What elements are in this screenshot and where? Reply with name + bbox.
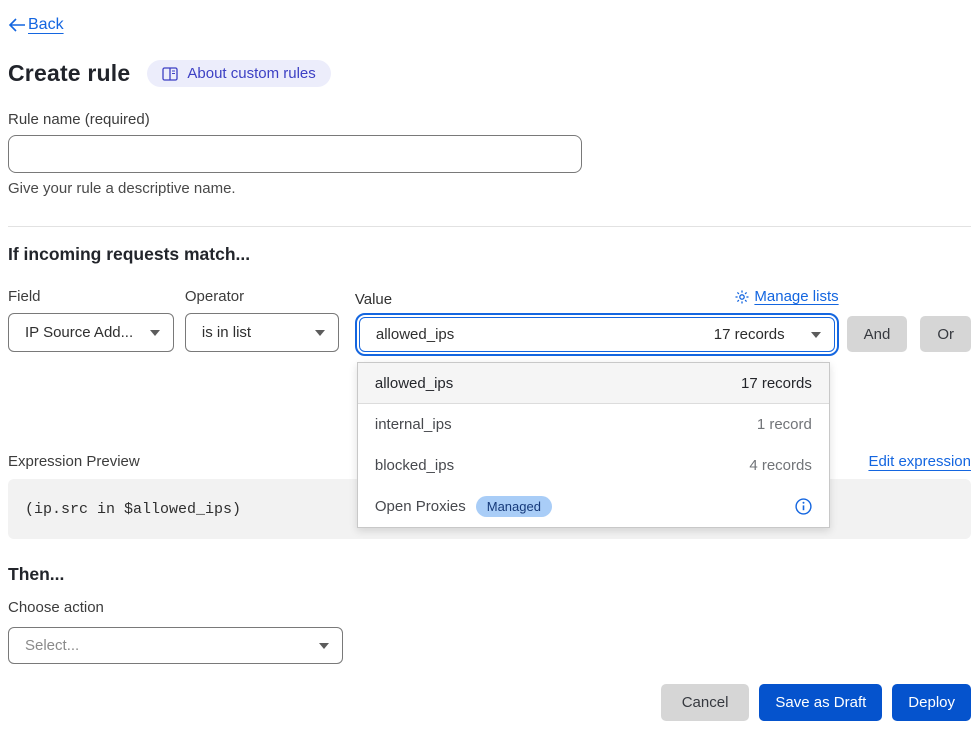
- create-rule-page: Back Create rule About custom rules Rule…: [0, 0, 979, 739]
- field-select-value: IP Source Add...: [25, 324, 133, 341]
- list-item-open-proxies[interactable]: Open Proxies Managed: [358, 486, 829, 527]
- rule-name-label: Rule name (required): [8, 111, 971, 128]
- value-select-name: allowed_ips: [376, 326, 454, 343]
- rule-name-helper: Give your rule a descriptive name.: [8, 180, 971, 197]
- edit-expression-link[interactable]: Edit expression: [868, 453, 971, 470]
- chevron-down-icon: [811, 332, 821, 338]
- operator-select-value: is in list: [202, 324, 251, 341]
- info-icon[interactable]: [795, 498, 812, 515]
- chevron-down-icon: [315, 330, 325, 336]
- managed-badge: Managed: [476, 496, 552, 517]
- list-item-internal-ips[interactable]: internal_ips 1 record: [358, 404, 829, 445]
- value-select-focus-ring: allowed_ips 17 records: [355, 313, 839, 356]
- book-icon: [162, 67, 178, 81]
- gear-icon: [735, 290, 749, 304]
- cancel-button[interactable]: Cancel: [661, 684, 750, 721]
- choose-action-label: Choose action: [8, 599, 971, 616]
- operator-select[interactable]: is in list: [185, 313, 339, 352]
- value-column: Value Manage lists: [355, 288, 839, 356]
- manage-lists-label: Manage lists: [754, 288, 838, 305]
- value-label: Value: [355, 291, 392, 308]
- deploy-button[interactable]: Deploy: [892, 684, 971, 721]
- operator-label: Operator: [185, 288, 339, 304]
- save-as-draft-button[interactable]: Save as Draft: [759, 684, 882, 721]
- list-item-allowed-ips[interactable]: allowed_ips 17 records: [358, 363, 829, 404]
- back-link[interactable]: Back: [8, 16, 64, 34]
- list-item-blocked-ips[interactable]: blocked_ips 4 records: [358, 445, 829, 486]
- action-select-placeholder: Select...: [25, 637, 79, 654]
- match-heading: If incoming requests match...: [8, 244, 971, 265]
- chevron-down-icon: [319, 643, 329, 649]
- about-label: About custom rules: [187, 65, 315, 82]
- expression-preview-label: Expression Preview: [8, 453, 140, 470]
- action-select[interactable]: Select...: [8, 627, 343, 664]
- footer-actions: Cancel Save as Draft Deploy: [8, 684, 971, 721]
- or-button[interactable]: Or: [920, 316, 971, 352]
- field-column: Field IP Source Add...: [8, 288, 174, 352]
- title-row: Create rule About custom rules: [8, 60, 971, 87]
- condition-row: Field IP Source Add... Operator is in li…: [8, 288, 971, 356]
- value-select-count: 17 records: [714, 326, 785, 343]
- field-label: Field: [8, 288, 174, 304]
- field-select[interactable]: IP Source Add...: [8, 313, 174, 352]
- then-heading: Then...: [8, 564, 971, 585]
- back-arrow-icon: [8, 18, 26, 32]
- chevron-down-icon: [150, 330, 160, 336]
- back-label: Back: [28, 16, 64, 34]
- expression-code: (ip.src in $allowed_ips): [25, 501, 241, 518]
- value-select-right: 17 records: [714, 326, 821, 343]
- about-custom-rules-link[interactable]: About custom rules: [147, 60, 330, 87]
- manage-lists-link[interactable]: Manage lists: [735, 288, 838, 305]
- logic-buttons: And Or: [847, 288, 971, 352]
- list-dropdown: allowed_ips 17 records internal_ips 1 re…: [357, 362, 830, 528]
- operator-column: Operator is in list: [185, 288, 339, 352]
- rule-name-input[interactable]: [8, 135, 582, 173]
- value-label-row: Value Manage lists: [355, 288, 839, 304]
- value-select[interactable]: allowed_ips 17 records: [359, 317, 835, 352]
- page-title: Create rule: [8, 60, 130, 87]
- and-button[interactable]: And: [847, 316, 908, 352]
- section-divider: [8, 226, 971, 227]
